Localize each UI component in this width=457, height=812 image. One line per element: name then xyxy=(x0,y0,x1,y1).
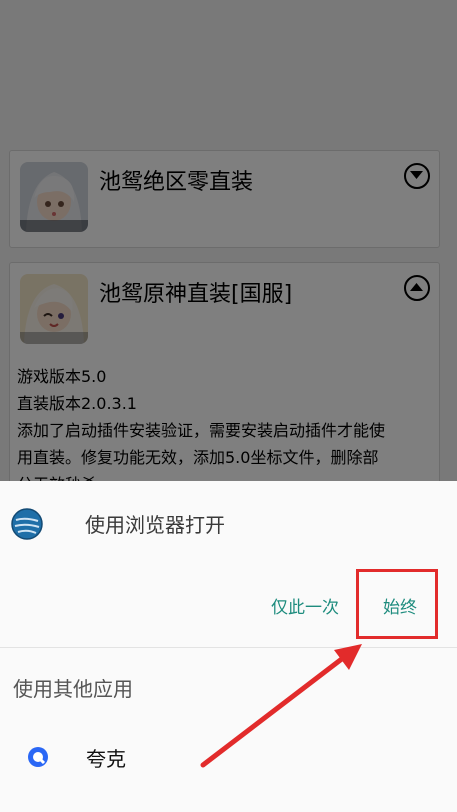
just-once-button[interactable]: 仅此一次 xyxy=(271,593,339,618)
open-with-sheet: 使用浏览器打开 仅此一次 始终 使用其他应用 夸克 xyxy=(0,481,457,812)
highlight-box xyxy=(356,569,438,639)
sheet-title: 使用浏览器打开 xyxy=(85,513,225,537)
quark-browser-icon xyxy=(28,747,48,767)
other-apps-label: 使用其他应用 xyxy=(13,677,133,701)
app-label: 夸克 xyxy=(86,747,126,771)
app-option-quark[interactable]: 夸克 xyxy=(0,729,457,789)
divider xyxy=(0,647,457,648)
browser-icon xyxy=(11,508,43,540)
